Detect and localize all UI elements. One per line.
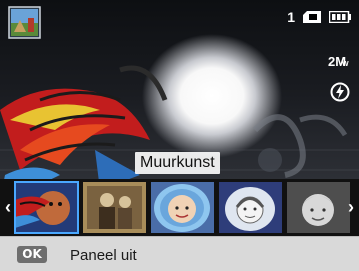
shots-remaining: 1 [287, 9, 295, 25]
flash-auto-icon [330, 82, 350, 102]
memory-card-icon [303, 11, 321, 23]
effect-name-label: Muurkunst [135, 152, 220, 174]
filter-thumb-vintage[interactable] [83, 182, 146, 233]
resolution-suffix: W [342, 61, 349, 68]
scene-thumbnail-icon [8, 6, 41, 39]
ok-key-icon[interactable]: OK [17, 246, 47, 263]
camera-screen: 1 2M W Muurkunst ‹ › OK Paneel uit [0, 0, 359, 271]
chevron-right-icon[interactable]: › [345, 198, 357, 216]
filter-thumb-sketch[interactable] [219, 182, 282, 233]
chevron-left-icon[interactable]: ‹ [2, 198, 14, 216]
resolution-badge: 2M W [328, 54, 350, 69]
filter-thumb-soft[interactable] [287, 182, 350, 233]
battery-full-icon [329, 11, 351, 23]
filter-thumb-muurkunst[interactable] [14, 181, 79, 234]
help-bar: OK Paneel uit [0, 236, 359, 271]
filter-strip[interactable]: ‹ › [0, 179, 359, 236]
filter-thumb-fisheye[interactable] [151, 182, 214, 233]
help-text: Paneel uit [70, 247, 137, 264]
status-bar: 1 [287, 10, 351, 24]
mural-graffiti [252, 114, 348, 178]
